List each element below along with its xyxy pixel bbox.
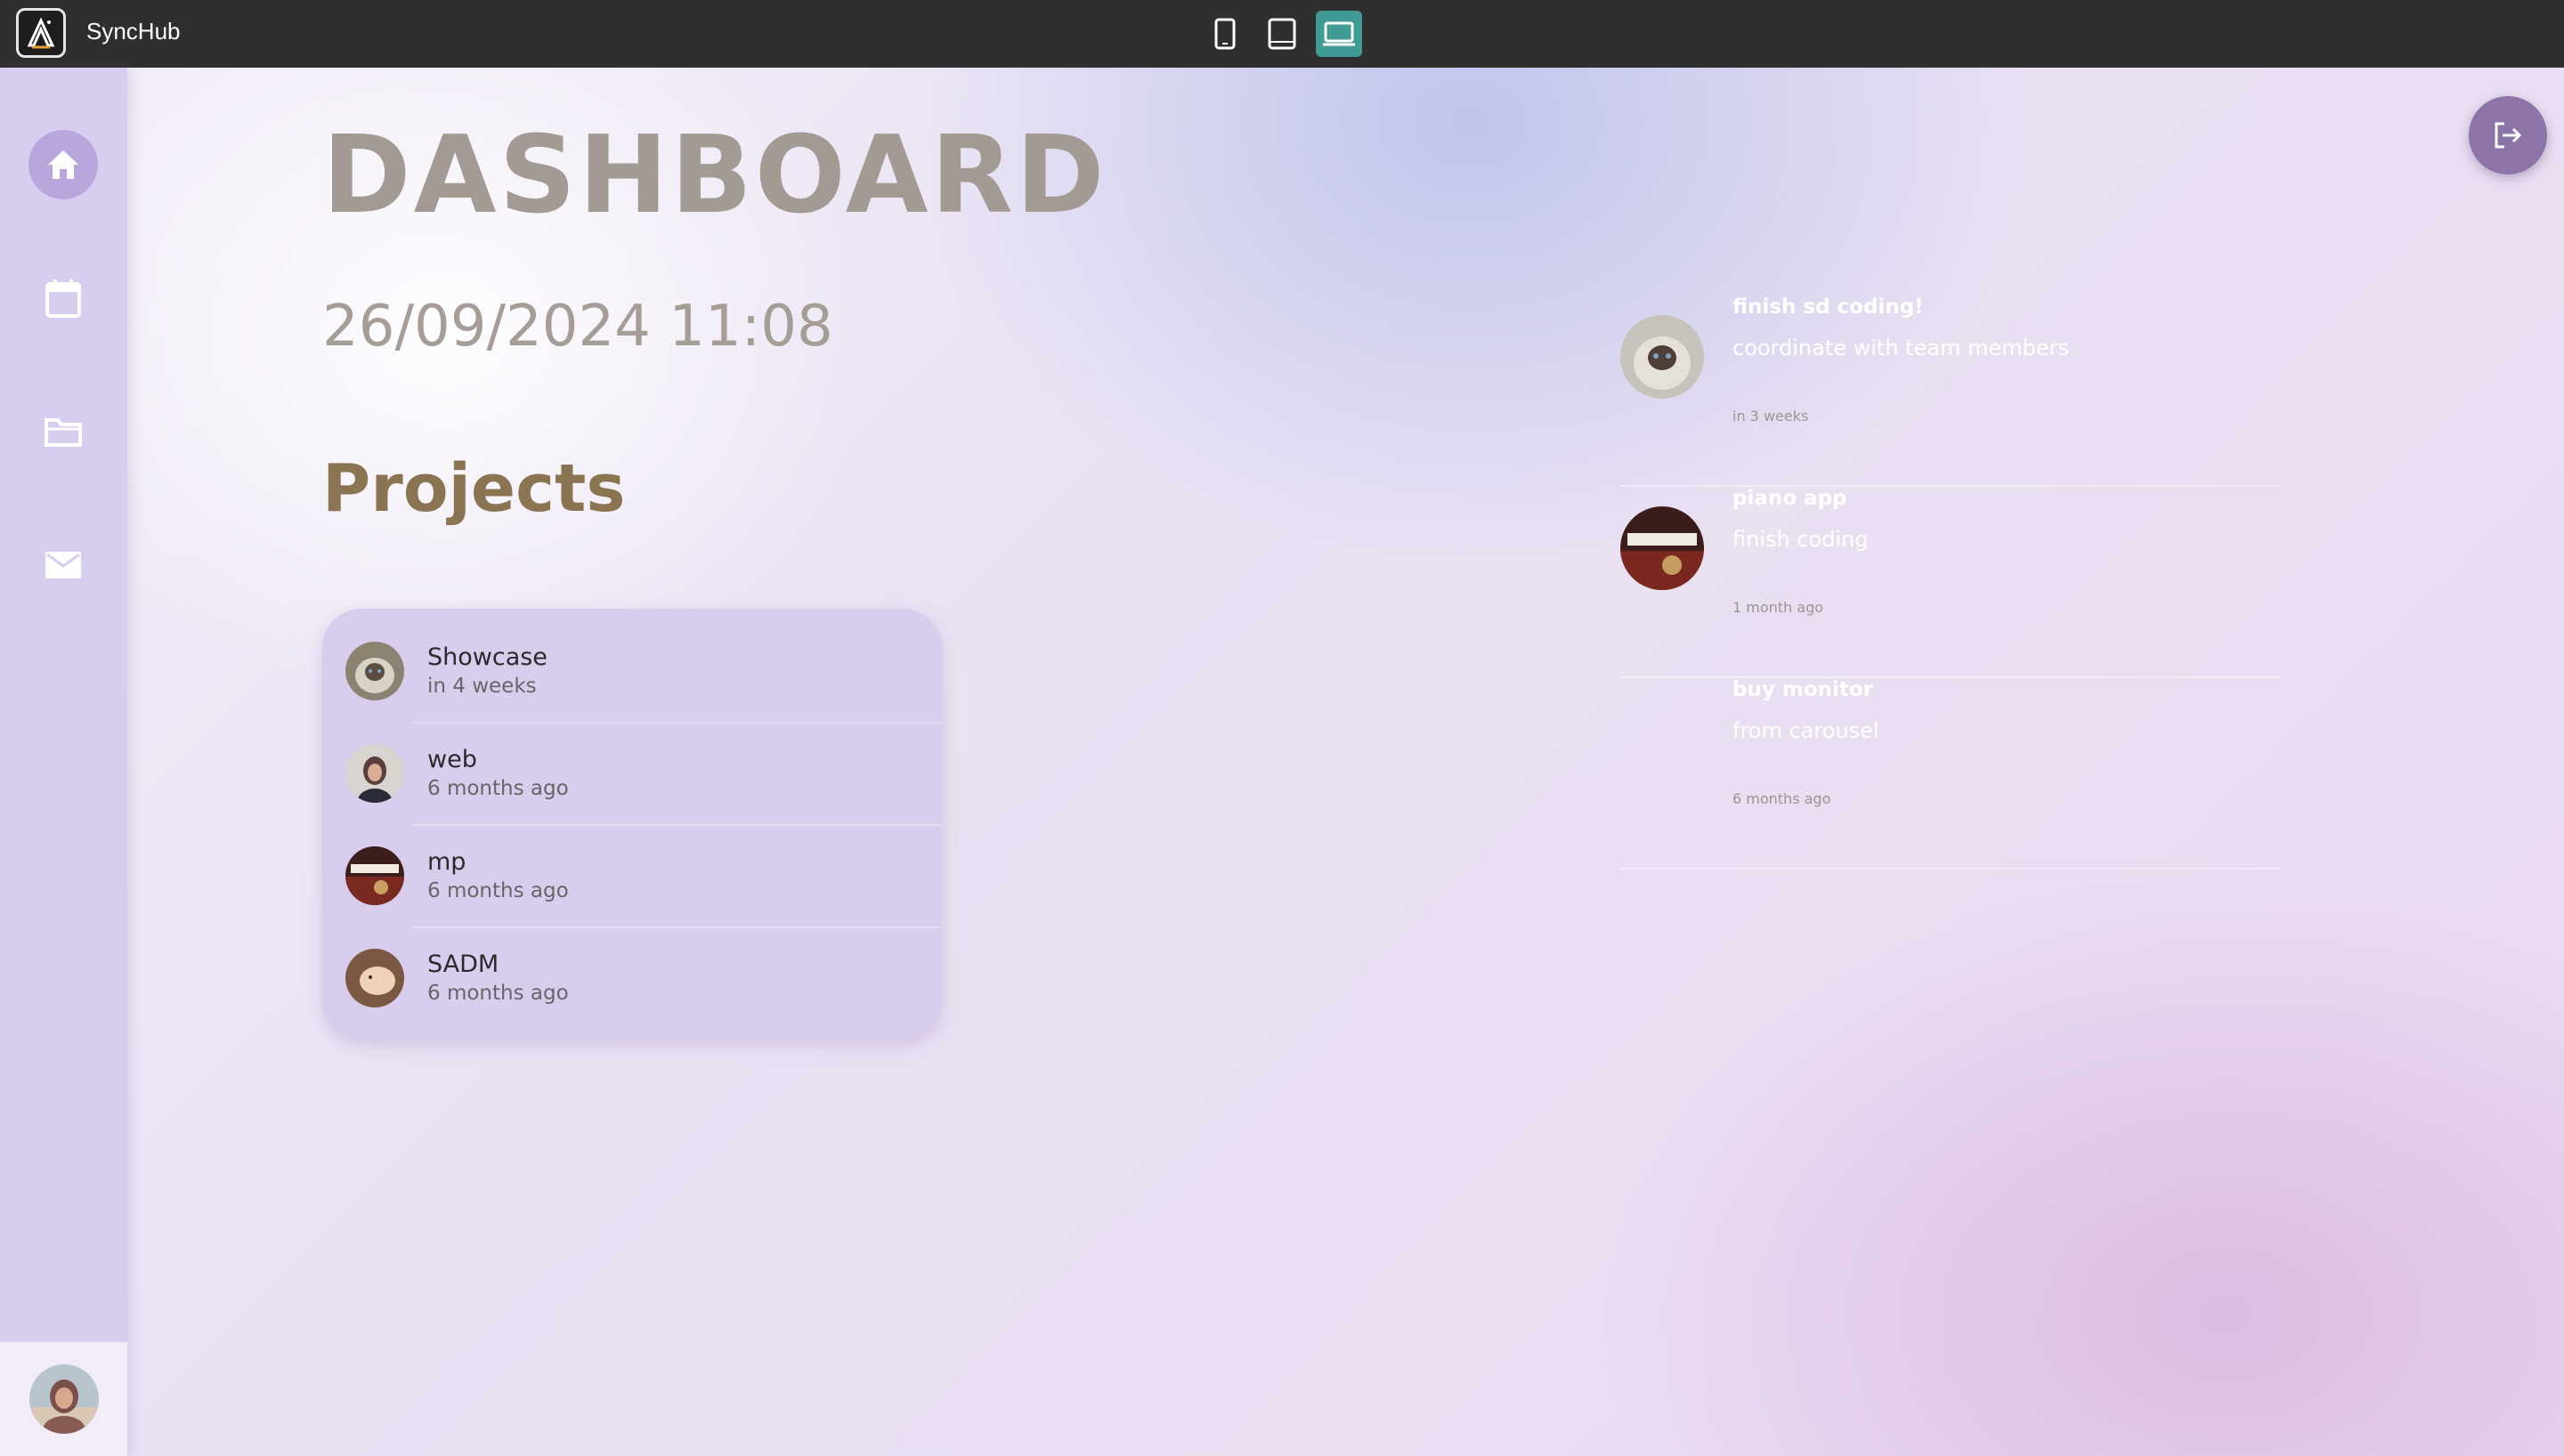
project-row-showcase[interactable]: Showcase in 4 weeks [322,619,942,722]
activity-description: from carousel [1732,718,1879,743]
row-divider [413,926,942,928]
top-bar: SyncHub [0,0,2564,68]
logout-icon [2495,122,2522,149]
page-title: DASHBOARD [322,114,1108,238]
laptop-icon [1323,21,1355,46]
activity-time: 1 month ago [1732,599,1824,616]
activity-time: in 3 weeks [1732,408,1809,425]
sidebar-item-calendar[interactable] [28,263,98,333]
projects-list: Showcase in 4 weeks web 6 months ago mp … [322,609,942,1040]
sidebar-item-home[interactable] [28,130,98,199]
sidebar-item-projects[interactable] [28,397,98,466]
tablet-icon [1268,18,1296,50]
project-row-sadm[interactable]: SADM 6 months ago [322,926,942,1029]
app-title: SyncHub [86,18,181,44]
project-row-mp[interactable]: mp 6 months ago [322,824,942,926]
activity-item[interactable]: finish sd coding! coordinate with team m… [1620,295,2279,487]
project-time: 6 months ago [427,777,569,800]
activity-title: piano app [1732,487,1847,510]
tablet-view-button[interactable] [1259,11,1305,57]
project-time: in 4 weeks [427,675,537,698]
current-datetime: 26/09/2024 11:08 [322,294,833,360]
project-time: 6 months ago [427,982,569,1005]
logout-button[interactable] [2469,96,2547,174]
project-name: SADM [427,950,499,978]
project-name: Showcase [427,643,548,671]
activity-description: finish coding [1732,527,1869,552]
projects-heading: Projects [322,450,626,527]
home-icon [48,150,78,179]
activity-item[interactable]: buy monitor from carousel 6 months ago [1620,678,2279,870]
row-divider [413,722,942,724]
project-avatar [345,948,404,1007]
activity-time: 6 months ago [1732,790,1831,807]
project-name: web [427,746,477,773]
mail-icon [45,552,81,578]
project-time: 6 months ago [427,879,569,902]
activity-avatar [1620,506,1704,590]
sidebar [0,68,127,1456]
sidebar-footer [0,1342,127,1456]
project-name: mp [427,848,467,876]
project-avatar [345,641,404,700]
activity-item[interactable]: piano app finish coding 1 month ago [1620,487,2279,678]
project-avatar [345,845,404,905]
user-avatar[interactable] [28,1364,99,1434]
desktop-view-button[interactable] [1316,11,1362,57]
row-divider [413,824,942,826]
activity-title: buy monitor [1732,678,1874,701]
activity-avatar [1620,315,1704,399]
activity-title: finish sd coding! [1732,295,1924,319]
folder-icon [45,418,82,447]
phone-icon [1214,18,1236,50]
app-logo-icon [16,8,66,58]
project-row-web[interactable]: web 6 months ago [322,722,942,824]
calendar-icon [45,279,81,318]
project-avatar [345,743,404,803]
sidebar-item-messages[interactable] [28,530,98,600]
mobile-view-button[interactable] [1202,11,1248,57]
activity-description: coordinate with team members [1732,336,2069,360]
